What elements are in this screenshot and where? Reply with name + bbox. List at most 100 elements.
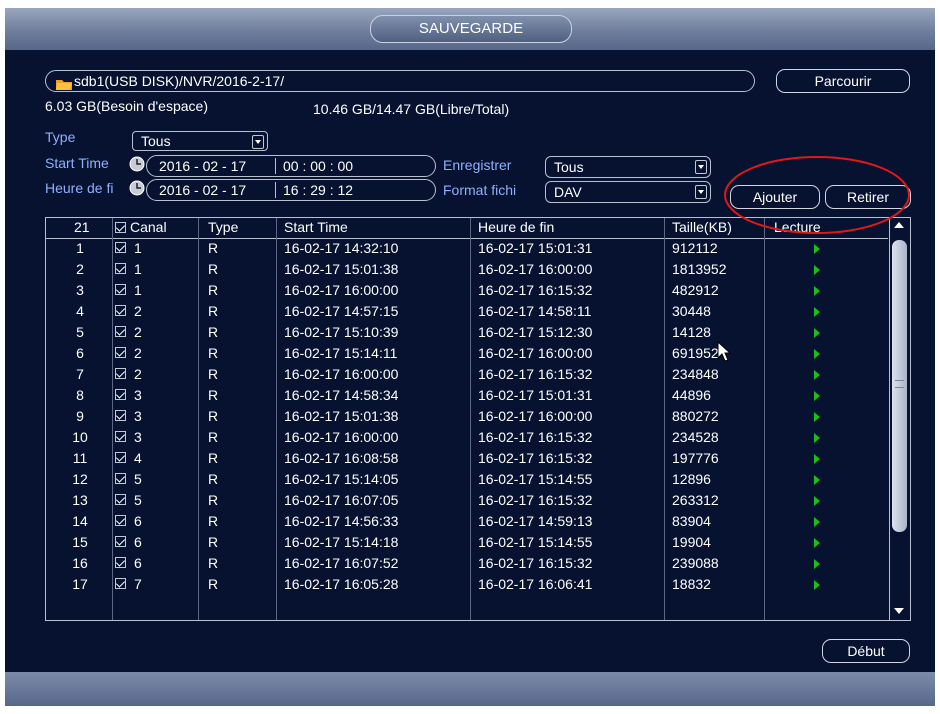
row-channel: 4: [134, 450, 142, 466]
table-row[interactable]: 5 2 R 16-02-17 15:10:39 16-02-17 15:12:30 141…: [46, 322, 888, 343]
row-checkbox[interactable]: [115, 326, 126, 337]
row-end-time: 16-02-17 16:15:32: [478, 492, 593, 508]
table-row[interactable]: 1 1 R 16-02-17 14:32:10 16-02-17 15:01:31 912…: [46, 238, 888, 259]
row-size: 197776: [672, 450, 719, 466]
row-start-time: 16-02-17 16:00:00: [284, 366, 399, 382]
play-icon[interactable]: [814, 328, 820, 338]
row-channel: 6: [134, 534, 142, 550]
table-row[interactable]: 15 6 R 16-02-17 15:14:18 16-02-17 15:14:55 19…: [46, 532, 888, 553]
play-icon[interactable]: [814, 265, 820, 275]
device-path-text: sdb1(USB DISK)/NVR/2016-2-17/: [74, 73, 285, 89]
scroll-down-icon[interactable]: [894, 608, 904, 614]
row-end-time: 16-02-17 15:14:55: [478, 471, 593, 487]
row-checkbox[interactable]: [115, 389, 126, 400]
row-number: 16: [72, 555, 88, 571]
table-row[interactable]: 10 3 R 16-02-17 16:00:00 16-02-17 16:15:32 23…: [46, 427, 888, 448]
row-end-time: 16-02-17 16:00:00: [478, 345, 593, 361]
start-time-field[interactable]: 2016 - 02 - 17 00 : 00 : 00: [146, 155, 436, 177]
file-format-select[interactable]: DAV: [545, 181, 711, 203]
row-checkbox[interactable]: [115, 536, 126, 547]
row-checkbox[interactable]: [115, 305, 126, 316]
row-number: 8: [76, 387, 84, 403]
table-row[interactable]: 3 1 R 16-02-17 16:00:00 16-02-17 16:15:32 482…: [46, 280, 888, 301]
row-checkbox[interactable]: [115, 515, 126, 526]
row-channel: 2: [134, 303, 142, 319]
row-size: 44896: [672, 387, 711, 403]
row-checkbox[interactable]: [115, 494, 126, 505]
end-time-value[interactable]: 16 : 29 : 12: [283, 180, 353, 200]
row-size: 19904: [672, 534, 711, 550]
row-end-time: 16-02-17 15:12:30: [478, 324, 593, 340]
annotation-ellipse: [724, 156, 910, 234]
row-checkbox[interactable]: [115, 242, 126, 253]
row-checkbox[interactable]: [115, 452, 126, 463]
table-row[interactable]: 17 7 R 16-02-17 16:05:28 16-02-17 16:06:41 18…: [46, 574, 888, 595]
start-date-value[interactable]: 2016 - 02 - 17: [159, 156, 246, 176]
row-checkbox[interactable]: [115, 284, 126, 295]
table-row[interactable]: 12 5 R 16-02-17 15:14:05 16-02-17 15:14:55 12…: [46, 469, 888, 490]
table-row[interactable]: 11 4 R 16-02-17 16:08:58 16-02-17 16:15:32 19…: [46, 448, 888, 469]
table-row[interactable]: 4 2 R 16-02-17 14:57:15 16-02-17 14:58:11 304…: [46, 301, 888, 322]
row-checkbox[interactable]: [115, 431, 126, 442]
play-icon[interactable]: [814, 433, 820, 443]
row-type: R: [208, 261, 219, 277]
table-row[interactable]: 13 5 R 16-02-17 16:07:05 16-02-17 16:15:32 26…: [46, 490, 888, 511]
play-icon[interactable]: [814, 475, 820, 485]
record-type-select[interactable]: Tous: [545, 156, 711, 178]
row-size: 14128: [672, 324, 711, 340]
scrollbar-thumb[interactable]: [892, 240, 907, 532]
play-icon[interactable]: [814, 370, 820, 380]
header-channel[interactable]: Canal: [130, 219, 167, 235]
row-checkbox[interactable]: [115, 473, 126, 484]
start-button[interactable]: Début: [822, 639, 910, 663]
row-checkbox[interactable]: [115, 347, 126, 358]
row-size: 482912: [672, 282, 719, 298]
play-icon[interactable]: [814, 391, 820, 401]
row-size: 912112: [672, 240, 718, 256]
row-start-time: 16-02-17 15:14:18: [284, 534, 399, 550]
row-checkbox[interactable]: [115, 557, 126, 568]
file-format-label: Format fichi: [443, 182, 517, 198]
row-number: 1: [76, 240, 84, 256]
play-icon[interactable]: [814, 244, 820, 254]
device-path-field[interactable]: sdb1(USB DISK)/NVR/2016-2-17/: [45, 70, 755, 92]
play-icon[interactable]: [814, 580, 820, 590]
play-icon[interactable]: [814, 517, 820, 527]
row-checkbox[interactable]: [115, 578, 126, 589]
table-row[interactable]: 2 1 R 16-02-17 15:01:38 16-02-17 16:00:00 181…: [46, 259, 888, 280]
row-channel: 1: [134, 240, 142, 256]
table-row[interactable]: 6 2 R 16-02-17 15:14:11 16-02-17 16:00:00 691…: [46, 343, 888, 364]
row-checkbox[interactable]: [115, 368, 126, 379]
header-type[interactable]: Type: [208, 219, 238, 235]
type-select[interactable]: Tous: [132, 131, 268, 151]
table-row[interactable]: 9 3 R 16-02-17 15:01:38 16-02-17 16:00:00 880…: [46, 406, 888, 427]
play-icon[interactable]: [814, 412, 820, 422]
table-row[interactable]: 7 2 R 16-02-17 16:00:00 16-02-17 16:15:32 234…: [46, 364, 888, 385]
table-row[interactable]: 14 6 R 16-02-17 14:56:33 16-02-17 14:59:13 83…: [46, 511, 888, 532]
row-start-time: 16-02-17 15:10:39: [284, 324, 399, 340]
clock-icon[interactable]: [129, 156, 145, 172]
play-icon[interactable]: [814, 538, 820, 548]
header-start-time[interactable]: Start Time: [284, 219, 348, 235]
end-date-value[interactable]: 2016 - 02 - 17: [159, 180, 246, 200]
play-icon[interactable]: [814, 307, 820, 317]
end-time-field[interactable]: 2016 - 02 - 17 16 : 29 : 12: [146, 179, 436, 201]
header-end-time[interactable]: Heure de fin: [478, 219, 554, 235]
backup-window: SAUVEGARDE sdb1(USB DISK)/NVR/2016-2-17/…: [5, 8, 935, 706]
table-row[interactable]: 16 6 R 16-02-17 16:07:52 16-02-17 16:15:32 23…: [46, 553, 888, 574]
browse-button[interactable]: Parcourir: [776, 69, 910, 93]
row-checkbox[interactable]: [115, 263, 126, 274]
table-row[interactable]: 8 3 R 16-02-17 14:58:34 16-02-17 15:01:31 448…: [46, 385, 888, 406]
start-time-value[interactable]: 00 : 00 : 00: [283, 156, 353, 176]
play-icon[interactable]: [814, 559, 820, 569]
play-icon[interactable]: [814, 349, 820, 359]
row-checkbox[interactable]: [115, 410, 126, 421]
play-icon[interactable]: [814, 454, 820, 464]
row-channel: 3: [134, 408, 142, 424]
clock-icon[interactable]: [129, 180, 145, 196]
play-icon[interactable]: [814, 496, 820, 506]
row-start-time: 16-02-17 15:14:05: [284, 471, 399, 487]
select-all-checkbox[interactable]: [115, 222, 126, 233]
vertical-scrollbar[interactable]: [889, 218, 911, 620]
play-icon[interactable]: [814, 286, 820, 296]
